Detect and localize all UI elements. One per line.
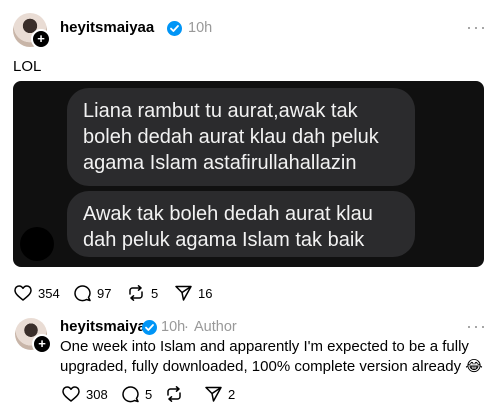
comment-button[interactable]: 97 (74, 285, 111, 302)
like-button[interactable]: 308 (62, 386, 108, 402)
verified-badge-icon (167, 21, 182, 36)
repost-count: 5 (151, 285, 159, 301)
like-count: 354 (38, 285, 60, 301)
follow-plus-icon[interactable]: + (31, 29, 51, 49)
share-button[interactable]: 16 (175, 285, 212, 301)
chat-avatar (20, 227, 54, 261)
follow-plus-icon[interactable]: + (32, 334, 52, 354)
share-count: 2 (228, 386, 236, 402)
chat-message-1: Liana rambut tu aurat,awak tak boleh ded… (83, 100, 379, 174)
verified-badge-icon (142, 320, 157, 335)
meta-separator: · (184, 319, 189, 335)
heart-icon (14, 285, 32, 301)
reply-text: One week into Islam and apparently I'm e… (60, 338, 483, 375)
heart-icon (62, 386, 80, 402)
post-media-image[interactable]: Liana rambut tu aurat,awak tak boleh ded… (13, 81, 484, 267)
repost-icon (129, 285, 143, 301)
post-caption: LOL (13, 58, 42, 75)
comment-icon (74, 285, 91, 302)
comment-count: 5 (145, 387, 153, 402)
post-username[interactable]: heyitsmaiyaa (60, 19, 154, 36)
post-time: 10h (188, 20, 213, 36)
send-icon (175, 285, 192, 301)
repost-button[interactable] (165, 386, 189, 402)
author-badge: Author (194, 319, 237, 335)
send-icon (205, 386, 222, 402)
comment-count: 97 (97, 286, 112, 301)
like-count: 308 (86, 386, 108, 402)
like-button[interactable]: 354 (14, 285, 60, 301)
more-options-icon[interactable]: ··· (466, 316, 487, 337)
chat-bubble: Awak tak boleh dedah aurat klau dah pelu… (67, 191, 415, 257)
share-count: 16 (198, 285, 213, 301)
reply-username[interactable]: heyitsmaiyaa (60, 318, 154, 335)
repost-icon (167, 386, 181, 402)
comment-icon (122, 386, 139, 403)
more-options-icon[interactable]: ··· (466, 17, 487, 38)
share-button[interactable]: 2 (205, 386, 235, 402)
repost-button[interactable]: 5 (127, 285, 158, 301)
chat-bubble: Liana rambut tu aurat,awak tak boleh ded… (67, 88, 415, 186)
comment-button[interactable]: 5 (122, 386, 152, 403)
chat-message-2: Awak tak boleh dedah aurat klau dah pelu… (83, 203, 373, 251)
reply-time: 10h (161, 319, 186, 335)
